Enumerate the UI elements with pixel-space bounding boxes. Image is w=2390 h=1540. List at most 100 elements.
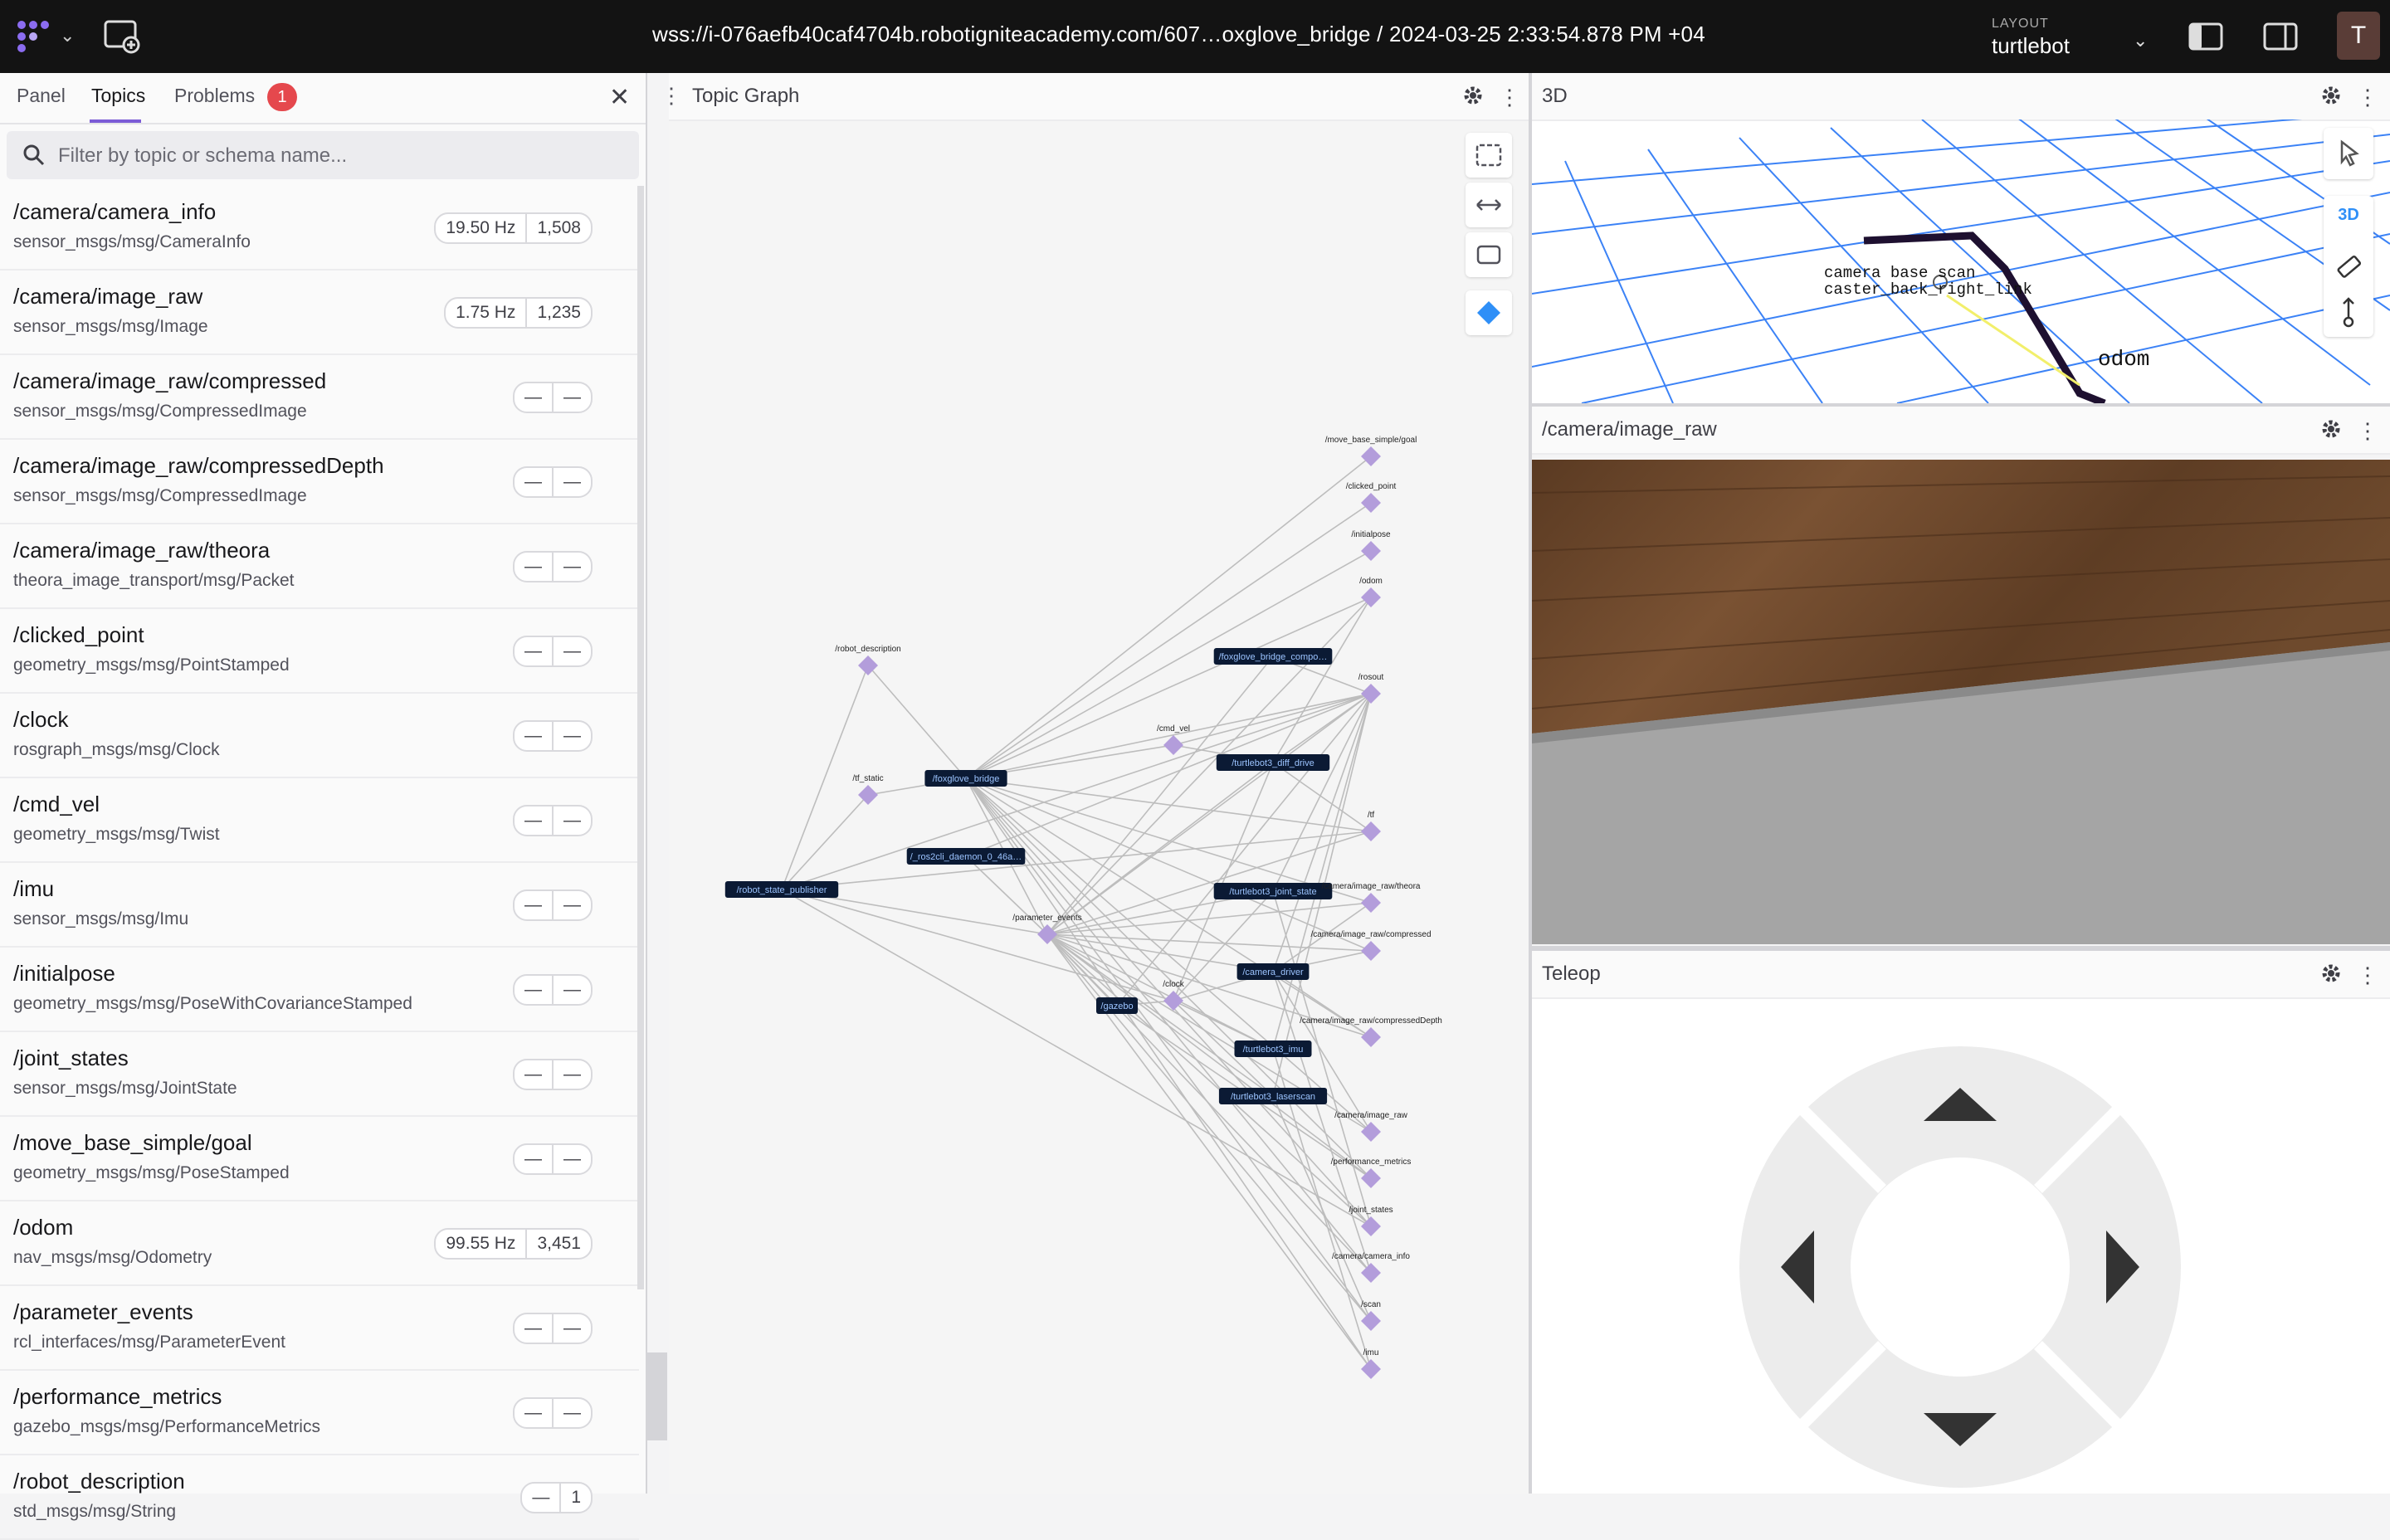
graph-node[interactable]: /gazebo: [1096, 997, 1138, 1014]
graph-topic[interactable]: /scan: [1361, 1300, 1381, 1331]
topic-row[interactable]: /move_base_simple/goal geometry_msgs/msg/…: [0, 1117, 639, 1201]
graph-node-label: /_ros2cli_daemon_0_46a…: [910, 852, 1022, 862]
graph-topic-label: /initialpose: [1351, 530, 1391, 539]
graph-node[interactable]: /robot_state_publisher: [724, 881, 839, 898]
drag-handle-icon[interactable]: ⋮: [669, 83, 682, 109]
topic-frequency: 99.55 Hz: [446, 1234, 516, 1253]
graph-topic[interactable]: /odom: [1359, 577, 1383, 607]
graph-topic[interactable]: /rosout: [1358, 673, 1384, 704]
graph-edge: [965, 693, 1372, 857]
topic-row[interactable]: /camera/camera_info sensor_msgs/msg/Camer…: [0, 186, 639, 270]
app-logo-icon[interactable]: [12, 17, 61, 56]
left-sidebar-toggle-icon[interactable]: [2188, 20, 2224, 53]
graph-topic[interactable]: /camera/image_raw/compressed: [1310, 930, 1432, 961]
gear-icon[interactable]: [2320, 85, 2342, 106]
topic-stats-pill: — —: [513, 1313, 593, 1344]
frame-label-caster: caster_back_right_link: [1824, 280, 2032, 299]
close-icon[interactable]: ✕: [609, 83, 630, 112]
expand-horizontal-icon[interactable]: [1466, 183, 1512, 227]
more-options-icon[interactable]: ⋮: [1499, 85, 1520, 110]
topic-row[interactable]: /camera/image_raw/theora theora_image_tra…: [0, 524, 639, 609]
publish-point-icon[interactable]: [2335, 295, 2362, 333]
graph-node[interactable]: /turtlebot3_joint_state: [1213, 883, 1333, 899]
topic-row[interactable]: /clicked_point geometry_msgs/msg/PointSta…: [0, 609, 639, 694]
topic-schema: geometry_msgs/msg/PoseWithCovarianceStam…: [13, 994, 412, 1013]
graph-topic[interactable]: /robot_description: [835, 645, 901, 675]
topic-row[interactable]: /performance_metrics gazebo_msgs/msg/Perf…: [0, 1371, 639, 1455]
graph-topic[interactable]: /camera/image_raw/compressedDepth: [1300, 1016, 1442, 1047]
graph-topic[interactable]: /imu: [1361, 1348, 1381, 1379]
layout-selector[interactable]: LAYOUT turtlebot ⌄: [1978, 13, 2161, 61]
topic-name: /camera/image_raw/compressed: [13, 368, 327, 393]
right-sidebar-toggle-icon[interactable]: [2262, 20, 2299, 53]
topic-schema: sensor_msgs/msg/JointState: [13, 1079, 237, 1098]
more-options-icon[interactable]: ⋮: [2357, 85, 2378, 110]
more-options-icon[interactable]: ⋮: [2357, 418, 2378, 444]
graph-node-label: /camera_driver: [1242, 967, 1304, 977]
topic-row[interactable]: /camera/image_raw/compressed sensor_msgs/…: [0, 355, 639, 440]
topic-row[interactable]: /initialpose geometry_msgs/msg/PoseWithCo…: [0, 948, 639, 1032]
sidebar-resize-handle[interactable]: [647, 1352, 667, 1440]
graph-topic[interactable]: /move_base_simple/goal: [1325, 436, 1417, 466]
topic-row[interactable]: /cmd_vel geometry_msgs/msg/Twist — —: [0, 778, 639, 863]
topic-row[interactable]: /clock rosgraph_msgs/msg/Clock — —: [0, 694, 639, 778]
topic-row[interactable]: /camera/image_raw/compressedDepth sensor_…: [0, 440, 639, 524]
toggle-topics-icon[interactable]: [1466, 290, 1512, 335]
user-avatar[interactable]: T: [2337, 12, 2380, 60]
toggle-nodes-icon[interactable]: [1466, 232, 1512, 277]
topic-row[interactable]: /robot_description std_msgs/msg/String —1: [0, 1455, 639, 1540]
topic-message-count: —: [563, 1149, 581, 1168]
graph-node[interactable]: /foxglove_bridge_compo…: [1213, 648, 1333, 665]
topic-row[interactable]: /imu sensor_msgs/msg/Imu — —: [0, 863, 639, 948]
graph-topic[interactable]: /initialpose: [1351, 530, 1391, 561]
measure-ruler-icon[interactable]: [2335, 254, 2362, 285]
tab-problems[interactable]: Problems: [174, 85, 255, 107]
topic-name: /cmd_vel: [13, 792, 100, 816]
top-bar: ⌄ wss://i-076aefb40caf4704b.robotignitea…: [0, 0, 2390, 73]
graph-topic-label: /clicked_point: [1346, 482, 1397, 491]
tab-topics[interactable]: Topics: [91, 85, 145, 107]
topic-message-count: —: [563, 726, 581, 745]
topic-frequency: —: [524, 811, 542, 830]
open-connection-icon[interactable]: [103, 18, 141, 55]
graph-node[interactable]: /camera_driver: [1236, 963, 1310, 980]
graph-node[interactable]: /_ros2cli_daemon_0_46a…: [906, 848, 1026, 865]
graph-topic[interactable]: /tf_static: [852, 774, 884, 805]
view-mode-3d-button[interactable]: 3D: [2324, 206, 2373, 225]
graph-node[interactable]: /turtlebot3_imu: [1234, 1040, 1312, 1057]
topic-message-count: —: [563, 1065, 581, 1084]
topic-stats-pill: — —: [513, 1059, 593, 1090]
frame-label-camera: camera base scan: [1824, 264, 1975, 282]
graph-topic[interactable]: /camera/image_raw/theora: [1322, 882, 1421, 913]
graph-topic[interactable]: /performance_metrics: [1331, 1157, 1412, 1188]
topic-row[interactable]: /odom nav_msgs/msg/Odometry 99.55 Hz 3,451: [0, 1201, 639, 1286]
gear-icon[interactable]: [2320, 418, 2342, 440]
topic-stats-pill: — —: [513, 1397, 593, 1429]
graph-topic-label: /camera/camera_info: [1332, 1252, 1410, 1261]
select-cursor-icon[interactable]: [2324, 128, 2373, 179]
graph-topic[interactable]: /parameter_events: [1012, 914, 1082, 944]
topic-stats-pill: — —: [513, 974, 593, 1006]
gear-icon[interactable]: [2320, 962, 2342, 984]
graph-edge: [1272, 693, 1372, 892]
topic-row[interactable]: /parameter_events rcl_interfaces/msg/Para…: [0, 1286, 639, 1371]
topic-stats-pill: —1: [520, 1482, 593, 1513]
topic-row[interactable]: /camera/image_raw sensor_msgs/msg/Image 1.…: [0, 270, 639, 355]
app-menu-chevron-icon[interactable]: ⌄: [60, 25, 75, 46]
tab-panel[interactable]: Panel: [17, 85, 66, 107]
graph-topic[interactable]: /joint_states: [1349, 1206, 1393, 1236]
graph-node[interactable]: /turtlebot3_diff_drive: [1216, 754, 1330, 771]
search-input[interactable]: [56, 139, 624, 173]
graph-node[interactable]: /turtlebot3_laserscan: [1218, 1088, 1328, 1104]
graph-topic[interactable]: /cmd_vel: [1157, 724, 1190, 755]
graph-topic[interactable]: /clicked_point: [1346, 482, 1397, 513]
scrollbar[interactable]: [637, 186, 644, 1289]
layout-label: LAYOUT: [1992, 17, 2049, 31]
graph-node[interactable]: /foxglove_bridge: [924, 770, 1007, 787]
more-options-icon[interactable]: ⋮: [2357, 962, 2378, 988]
fit-view-icon[interactable]: [1466, 133, 1512, 178]
gear-icon[interactable]: [1462, 85, 1484, 106]
3d-scene[interactable]: camera base scan caster_back_right_link …: [1532, 119, 2390, 403]
topic-graph-canvas[interactable]: /robot_state_publisher/foxglove_bridge /_…: [669, 119, 1529, 1489]
topic-row[interactable]: /joint_states sensor_msgs/msg/JointState —…: [0, 1032, 639, 1117]
